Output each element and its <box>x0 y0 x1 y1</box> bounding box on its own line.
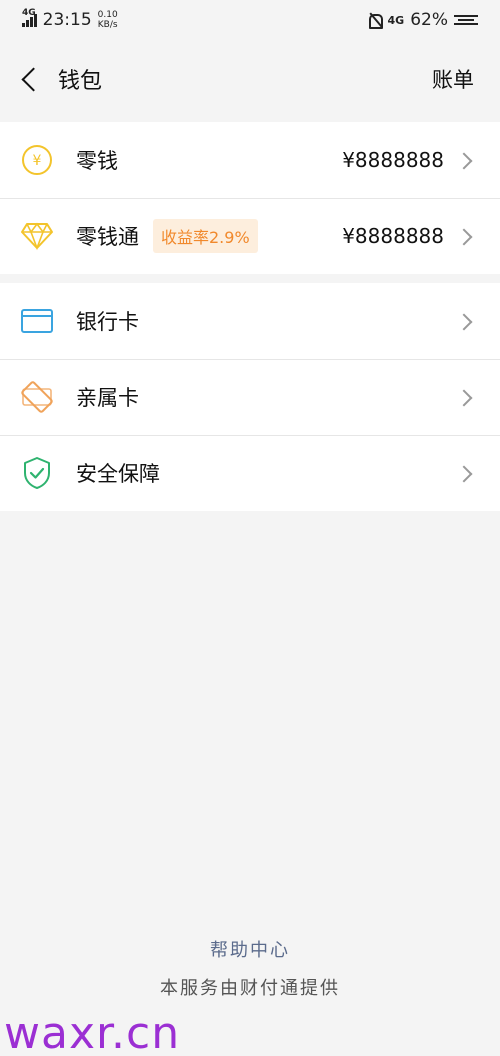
battery-icon <box>454 15 478 25</box>
chevron-right-icon <box>458 153 472 167</box>
yield-rate-badge: 收益率2.9% <box>153 219 258 253</box>
list-item-family-card[interactable]: 亲属卡 <box>0 359 500 435</box>
watermark: waxr.cn <box>4 1008 181 1056</box>
services-group: 银行卡 亲属卡 安全保障 <box>0 283 500 511</box>
family-card-icon <box>20 380 54 414</box>
nav-bar: 钱包 账单 <box>0 40 500 118</box>
status-left: 4G 23:15 0.10 KB/s <box>21 8 118 30</box>
network-type: 4G <box>22 8 36 18</box>
status-bar: 4G 23:15 0.10 KB/s 4G 62% <box>0 0 500 40</box>
balance-group: ¥ 零钱 ¥8888888 零钱通 收益率2.9% ¥8888888 <box>0 122 500 274</box>
svg-text:¥: ¥ <box>33 153 42 169</box>
help-center-link[interactable]: 帮助中心 <box>0 936 500 962</box>
list-item-security[interactable]: 安全保障 <box>0 435 500 511</box>
mute-bell-icon <box>367 12 383 29</box>
change-label: 零钱 <box>76 149 118 173</box>
yuan-coin-icon: ¥ <box>20 143 54 177</box>
list-item-change-pass[interactable]: 零钱通 收益率2.9% ¥8888888 <box>0 198 500 274</box>
change-amount: ¥8888888 <box>342 148 444 172</box>
shield-check-icon <box>20 456 54 490</box>
network-type-right: 4G <box>387 13 405 27</box>
network-speed-value: 0.10 <box>97 10 118 20</box>
list-item-change[interactable]: ¥ 零钱 ¥8888888 <box>0 122 500 198</box>
status-right: 4G 62% <box>367 10 478 30</box>
bank-card-icon <box>20 304 54 338</box>
family-card-label: 亲属卡 <box>76 386 139 410</box>
status-time: 23:15 <box>42 10 92 30</box>
back-arrow-icon[interactable] <box>18 67 42 91</box>
nav-left: 钱包 <box>18 63 102 95</box>
chevron-right-icon <box>458 390 472 404</box>
security-label: 安全保障 <box>76 462 160 486</box>
network-speed: 0.10 KB/s <box>98 10 118 30</box>
diamond-icon <box>20 219 54 253</box>
chevron-right-icon <box>458 314 472 328</box>
list-item-bank-card[interactable]: 银行卡 <box>0 283 500 359</box>
change-pass-label: 零钱通 <box>76 225 139 249</box>
page-title: 钱包 <box>58 69 103 94</box>
battery-percent: 62% <box>410 10 448 30</box>
network-speed-unit: KB/s <box>97 20 118 30</box>
bank-card-label: 银行卡 <box>76 310 139 334</box>
change-pass-amount: ¥8888888 <box>342 224 444 248</box>
chevron-right-icon <box>458 229 472 243</box>
bill-button[interactable]: 账单 <box>432 64 474 94</box>
provider-text: 本服务由财付通提供 <box>160 978 340 999</box>
chevron-right-icon <box>458 466 472 480</box>
